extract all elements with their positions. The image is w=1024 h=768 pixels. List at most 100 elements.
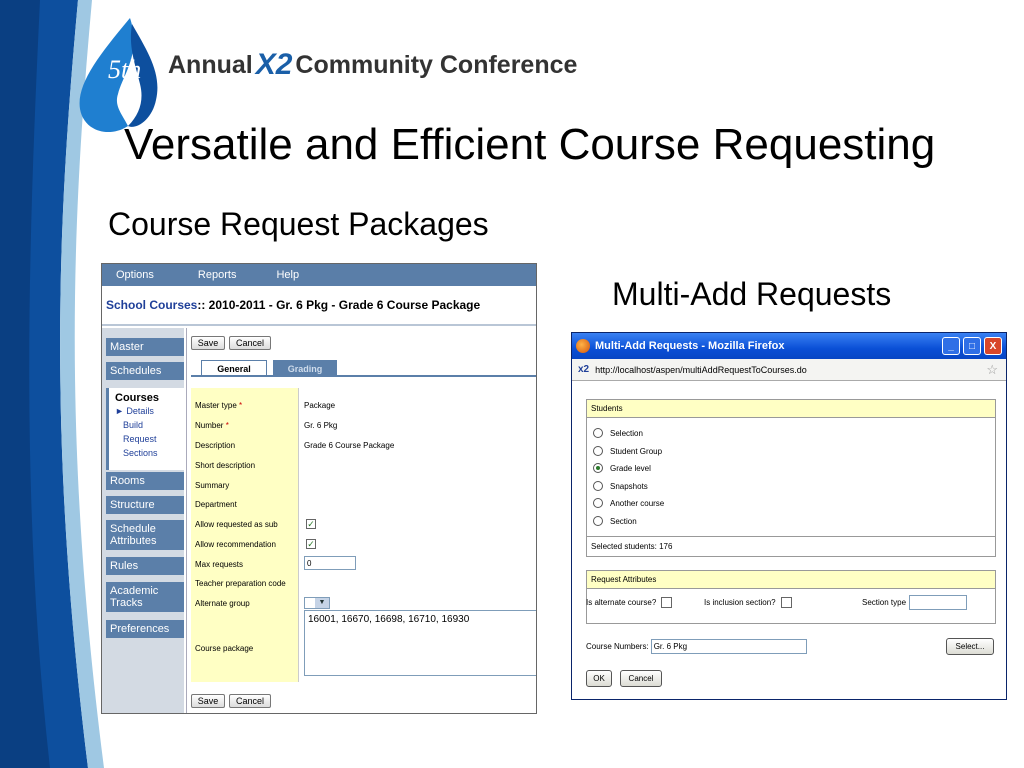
cancel-button[interactable]: Cancel [620,670,662,687]
option-another-course-label: Another course [610,498,665,508]
option-selection[interactable]: Selection [593,428,643,438]
selected-students-label: Selected students: [591,542,657,551]
tab-grading[interactable]: Grading [273,360,337,376]
radio-grade-level-selected[interactable] [593,463,603,473]
menu-reports[interactable]: Reports [154,269,237,281]
section-type-input[interactable] [909,595,968,610]
nav-courses-build[interactable]: Build [115,418,184,432]
nav-rules[interactable]: Rules [106,557,184,575]
nav-schedule-attributes[interactable]: Schedule Attributes [106,520,184,550]
save-button-bottom[interactable]: Save [191,694,225,708]
cancel-button-bottom[interactable]: Cancel [229,694,271,708]
app-menubar: Options Reports Help [102,264,536,286]
course-package-textarea[interactable]: 16001, 16670, 16698, 16710, 16930 [304,610,536,676]
nav-courses-details[interactable]: ► Details [115,404,184,418]
course-request-packages-heading: Course Request Packages [108,206,489,242]
maximize-button[interactable]: □ [963,337,981,355]
short-description-label: Short description [195,461,256,470]
nav-academic-tracks[interactable]: Academic Tracks [106,582,184,612]
multi-add-requests-window: Multi-Add Requests - Mozilla Firefox _ □… [571,332,1007,700]
save-button-top[interactable]: Save [191,336,225,350]
alternate-group-select[interactable]: ▼ [304,597,330,609]
students-group: Students Selection Student Group Grade l… [586,399,996,557]
teacher-prep-label: Teacher preparation code [195,579,286,588]
option-section[interactable]: Section [593,516,637,526]
nav-preferences[interactable]: Preferences [106,620,184,638]
option-another-course[interactable]: Another course [593,498,664,508]
select-button[interactable]: Select... [946,638,994,655]
radio-snapshots[interactable] [593,481,603,491]
required-mark: * [239,401,243,410]
tab-underline [191,375,536,377]
breadcrumb: School Courses :: 2010-2011 - Gr. 6 Pkg … [102,286,536,326]
nav-structure[interactable]: Structure [106,496,184,514]
ok-button[interactable]: OK [586,670,612,687]
allow-sub-checkbox[interactable]: ✓ [306,519,316,529]
nav-schedule-attributes-line2: Attributes [110,535,157,547]
logo-x2-mark: X2 [255,48,293,81]
allow-sub-label: Allow requested as sub [195,520,278,529]
conference-name: Annual X2 Community Conference [168,48,577,82]
window-title: Multi-Add Requests - Mozilla Firefox [595,340,785,352]
slide-title: Versatile and Efficient Course Requestin… [124,120,936,169]
allow-recommendation-checkbox[interactable]: ✓ [306,539,316,549]
nav-schedule-attributes-line1: Schedule [110,523,156,535]
number-label-text: Number [195,421,224,430]
dialog-content: Students Selection Student Group Grade l… [572,381,1006,699]
radio-student-group[interactable] [593,446,603,456]
address-bar[interactable]: x2 http://localhost/aspen/multiAddReques… [572,359,1006,381]
nav-academic-tracks-line1: Academic [110,585,159,597]
allow-recommendation-label: Allow recommendation [195,540,276,549]
course-numbers-label: Course Numbers: [586,642,649,651]
menu-help[interactable]: Help [236,269,299,281]
students-header: Students [587,400,995,418]
logo-ordinal: 5th [108,55,141,84]
option-grade-level[interactable]: Grade level [593,463,651,473]
option-student-group[interactable]: Student Group [593,446,662,456]
breadcrumb-school-courses-link[interactable]: School Courses [106,298,197,312]
option-selection-label: Selection [610,428,643,438]
course-numbers-row: Course Numbers: Gr. 6 Pkg [586,639,807,654]
bookmark-star-icon[interactable]: ☆ [986,362,998,378]
section-type-row: Section type [862,595,968,610]
nav-master[interactable]: Master [106,338,184,356]
nav-courses-request[interactable]: Request [115,432,184,446]
is-alternate-label: Is alternate course? [586,598,657,607]
is-alternate-row: Is alternate course? [586,597,673,608]
cancel-button-top[interactable]: Cancel [229,336,271,350]
description-label: Description [195,441,236,450]
nav-courses[interactable]: Courses [115,392,184,404]
option-snapshots-label: Snapshots [610,481,648,491]
minimize-button[interactable]: _ [942,337,960,355]
nav-courses-panel: Courses ► Details Build Request Sections [106,388,184,470]
required-mark: * [225,421,229,430]
summary-label: Summary [195,481,230,490]
close-button[interactable]: X [984,337,1002,355]
site-favicon-icon: x2 [578,364,590,375]
master-type-label-text: Master type [195,401,237,410]
menu-options[interactable]: Options [102,269,154,281]
radio-section[interactable] [593,516,603,526]
nav-schedules[interactable]: Schedules [106,362,184,380]
selected-students: Selected students: 176 [591,542,672,551]
master-type-label: Master type * [195,401,242,410]
breadcrumb-record: :: 2010-2011 - Gr. 6 Pkg - Grade 6 Cours… [197,298,481,312]
max-requests-label: Max requests [195,560,244,569]
is-alternate-checkbox[interactable] [661,597,673,608]
nav-courses-sections[interactable]: Sections [115,446,184,460]
max-requests-input[interactable]: 0 [304,556,356,570]
alternate-group-label: Alternate group [195,599,250,608]
tab-general[interactable]: General [201,360,267,376]
radio-selection[interactable] [593,428,603,438]
is-inclusion-row: Is inclusion section? [704,597,792,608]
is-inclusion-label: Is inclusion section? [704,598,776,607]
nav-rooms[interactable]: Rooms [106,472,184,490]
course-package-screenshot: Options Reports Help School Courses :: 2… [101,263,537,714]
radio-another-course[interactable] [593,498,603,508]
is-inclusion-checkbox[interactable] [780,597,792,608]
multi-add-requests-heading: Multi-Add Requests [612,276,892,312]
course-numbers-input[interactable]: Gr. 6 Pkg [650,639,807,654]
option-snapshots[interactable]: Snapshots [593,481,648,491]
description-value: Grade 6 Course Package [304,441,395,450]
number-label: Number * [195,421,229,430]
